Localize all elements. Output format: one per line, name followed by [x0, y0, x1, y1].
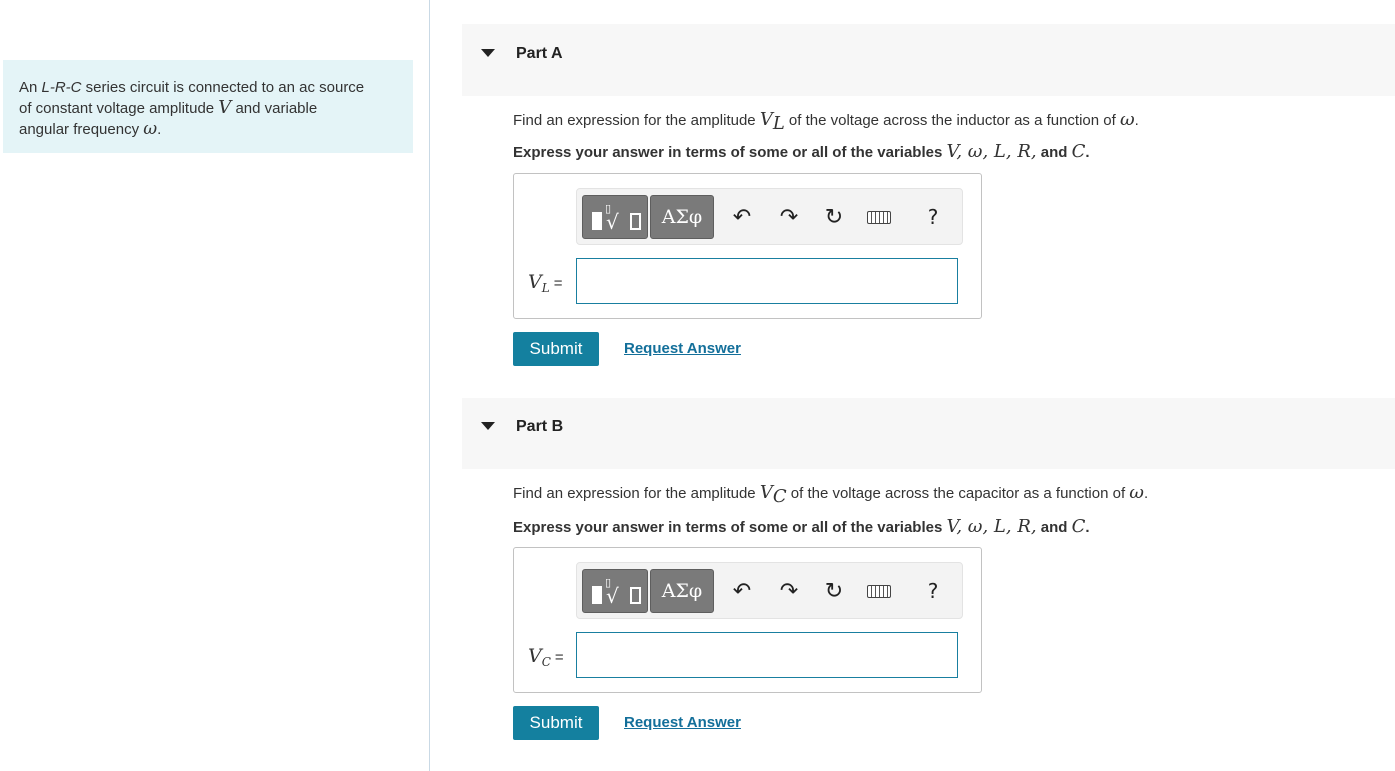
problem-intro: An L-R-C series circuit is connected to … [3, 60, 413, 153]
part-b-header[interactable]: Part B [462, 398, 1395, 469]
help-icon[interactable]: ? [920, 203, 946, 231]
answer-var-label: VC = [528, 645, 564, 669]
answer-var-label: VL = [528, 271, 562, 295]
intro-text: series circuit is connected to an ac sou… [81, 79, 365, 96]
intro-line-3: angular frequency ω. [19, 119, 399, 140]
problem-intro-panel: An L-R-C series circuit is connected to … [0, 0, 430, 771]
part-a-header[interactable]: Part A [462, 24, 1395, 96]
answer-var: V [528, 271, 542, 293]
prompt-var: V [759, 109, 773, 130]
redo-icon[interactable]: ↷ [776, 203, 802, 231]
keyboard-icon[interactable] [867, 577, 893, 605]
part-a-title: Part A [516, 45, 563, 62]
collapse-triangle-icon[interactable] [481, 49, 495, 57]
part-b-instructions: Express your answer in terms of some or … [513, 516, 1090, 537]
instructions-vars: V, ω, L, R, [946, 516, 1037, 537]
prompt-text: . [1143, 485, 1149, 502]
reset-icon[interactable]: ↻ [821, 577, 847, 605]
submit-button[interactable]: Submit [513, 332, 599, 366]
intro-text: and variable [231, 100, 318, 117]
answer-input[interactable] [576, 632, 958, 678]
prompt-omega: ω [1129, 482, 1144, 503]
answer-input[interactable] [576, 258, 958, 304]
prompt-omega: ω [1119, 109, 1135, 130]
instructions-text: . [1085, 144, 1090, 161]
redo-icon[interactable]: ↷ [776, 577, 802, 605]
instructions-text: Express your answer in terms of some or … [513, 144, 947, 161]
prompt-text: Find an expression for the amplitude [513, 485, 760, 502]
intro-var-v: V [218, 97, 232, 118]
submit-button[interactable]: Submit [513, 706, 599, 740]
prompt-text: of the voltage across the capacitor as a… [786, 485, 1130, 502]
intro-line-2: of constant voltage amplitude V and vari… [19, 98, 399, 119]
reset-icon[interactable]: ↻ [821, 203, 847, 231]
prompt-var: V [759, 482, 773, 503]
part-b-answer-box: ▯ √ ΑΣφ ↶ ↷ ↻ ? VC = [513, 547, 982, 693]
answer-var-sub: L [541, 281, 550, 295]
instructions-var-c: C [1071, 516, 1086, 537]
templates-button[interactable]: ▯ √ [582, 569, 648, 613]
math-toolbar: ▯ √ ΑΣφ ↶ ↷ ↻ ? [576, 562, 963, 619]
instructions-text: Express your answer in terms of some or … [513, 519, 947, 536]
answer-var: V [528, 645, 542, 667]
equals-sign: = [554, 649, 564, 666]
prompt-text: of the voltage across the inductor as a … [784, 112, 1120, 129]
answer-var-sub: C [541, 655, 551, 669]
collapse-triangle-icon[interactable] [481, 422, 495, 430]
intro-text: of constant voltage amplitude [19, 100, 219, 117]
prompt-var-sub: L [772, 113, 785, 134]
instructions-text: . [1085, 519, 1090, 536]
templates-button[interactable]: ▯ √ [582, 195, 648, 239]
part-a-prompt: Find an expression for the amplitude VL … [513, 109, 1139, 134]
equals-sign: = [553, 275, 563, 292]
part-a-answer-box: ▯ √ ΑΣφ ↶ ↷ ↻ ? VL = [513, 173, 982, 319]
intro-line-1: An L-R-C series circuit is connected to … [19, 78, 399, 98]
prompt-text: Find an expression for the amplitude [513, 112, 760, 129]
instructions-text: and [1036, 144, 1072, 161]
instructions-text: and [1036, 519, 1072, 536]
undo-icon[interactable]: ↶ [729, 577, 755, 605]
part-b-prompt: Find an expression for the amplitude VC … [513, 482, 1148, 507]
greek-letters-button[interactable]: ΑΣφ [650, 195, 714, 239]
intro-circuit-type: L-R-C [41, 79, 82, 96]
intro-text: . [157, 121, 162, 138]
request-answer-link[interactable]: Request Answer [624, 714, 741, 731]
undo-icon[interactable]: ↶ [729, 203, 755, 231]
part-a-instructions: Express your answer in terms of some or … [513, 141, 1090, 162]
greek-letters-button[interactable]: ΑΣφ [650, 569, 714, 613]
part-b-title: Part B [516, 418, 564, 435]
instructions-vars: V, ω, L, R, [946, 141, 1037, 162]
request-answer-link[interactable]: Request Answer [624, 340, 741, 357]
prompt-var-sub: C [772, 486, 787, 507]
prompt-text: . [1134, 112, 1139, 129]
intro-var-omega: ω [143, 119, 158, 139]
math-toolbar: ▯ √ ΑΣφ ↶ ↷ ↻ ? [576, 188, 963, 245]
intro-text: An [19, 79, 42, 96]
intro-text: angular frequency [19, 121, 144, 138]
help-icon[interactable]: ? [920, 577, 946, 605]
keyboard-icon[interactable] [867, 203, 893, 231]
instructions-var-c: C [1071, 141, 1086, 162]
